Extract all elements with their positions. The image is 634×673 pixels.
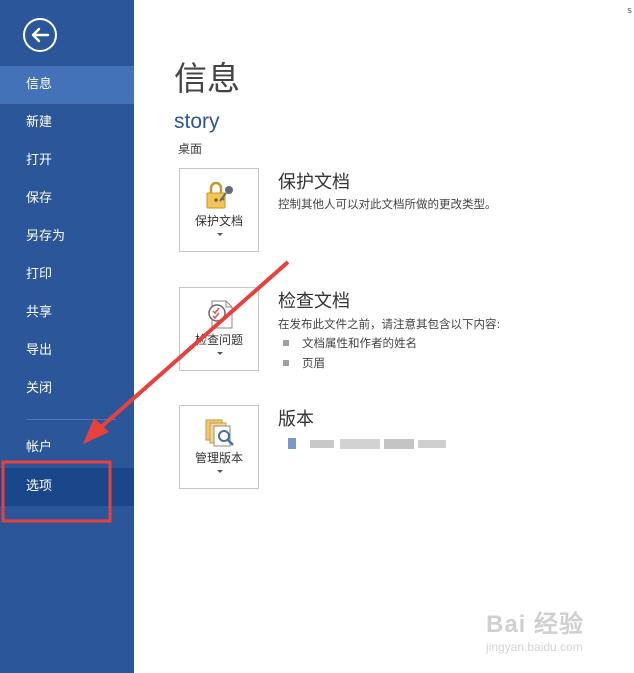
nav-item-options[interactable]: 选项 [0, 468, 134, 506]
watermark-logo: Bai 经验 [486, 611, 585, 638]
document-name: story [174, 110, 220, 133]
nav-divider [26, 419, 116, 420]
manage-versions-button-label: 管理版本 [194, 451, 243, 465]
corner-text: s [627, 6, 632, 16]
versions-title: 版本 [278, 409, 314, 430]
manage-versions-button[interactable]: 管理版本 [179, 405, 259, 489]
nav-item-info[interactable]: 信息 [0, 66, 134, 104]
chevron-down-icon [217, 352, 223, 355]
chevron-down-icon [217, 470, 223, 473]
inspect-document-title: 检查文档 [278, 291, 350, 312]
nav-item-share[interactable]: 共享 [0, 294, 134, 332]
lock-key-icon [206, 181, 233, 209]
document-location: 桌面 [178, 142, 203, 156]
inspect-bullet-text: 页眉 [302, 356, 325, 370]
inspect-document-description: 在发布此文件之前，请注意其包含以下内容: [278, 317, 501, 331]
nav-item-save[interactable]: 保存 [0, 180, 134, 218]
backstage-sidebar: 信息 新建 打开 保存 另存为 打印 共享 导出 关闭 帐户 选项 [0, 0, 134, 673]
protect-document-button-label: 保护文档 [194, 214, 243, 228]
inspect-bullet-item: 页眉 [283, 355, 325, 371]
check-issues-button-label: 检查问题 [194, 333, 243, 347]
bullet-square-icon [283, 339, 289, 346]
protect-document-description: 控制其他人可以对此文档所做的更改类型。 [278, 197, 497, 211]
check-issues-button[interactable]: 检查问题 [179, 287, 259, 371]
nav-item-save-as[interactable]: 另存为 [0, 218, 134, 256]
back-arrow-icon[interactable] [22, 17, 58, 53]
protect-document-title: 保护文档 [278, 172, 350, 193]
nav-item-close[interactable]: 关闭 [0, 370, 134, 408]
page-title: 信息 [174, 59, 240, 98]
nav-item-account[interactable]: 帐户 [0, 429, 134, 467]
chevron-down-icon [217, 233, 223, 236]
nav-item-export[interactable]: 导出 [0, 332, 134, 370]
blurred-version-entry [288, 438, 446, 449]
inspect-bullet-text: 文档属性和作者的姓名 [302, 336, 417, 350]
nav-item-new[interactable]: 新建 [0, 104, 134, 142]
bullet-square-icon [283, 359, 289, 366]
manage-versions-icon [205, 419, 234, 447]
nav-item-open[interactable]: 打开 [0, 142, 134, 180]
inspect-bullet-item: 文档属性和作者的姓名 [283, 335, 417, 351]
protect-document-button[interactable]: 保护文档 [179, 168, 259, 252]
inspect-document-icon [208, 300, 233, 329]
nav-item-print[interactable]: 打印 [0, 256, 134, 294]
watermark-url: jingyan.baidu.com [486, 640, 583, 654]
